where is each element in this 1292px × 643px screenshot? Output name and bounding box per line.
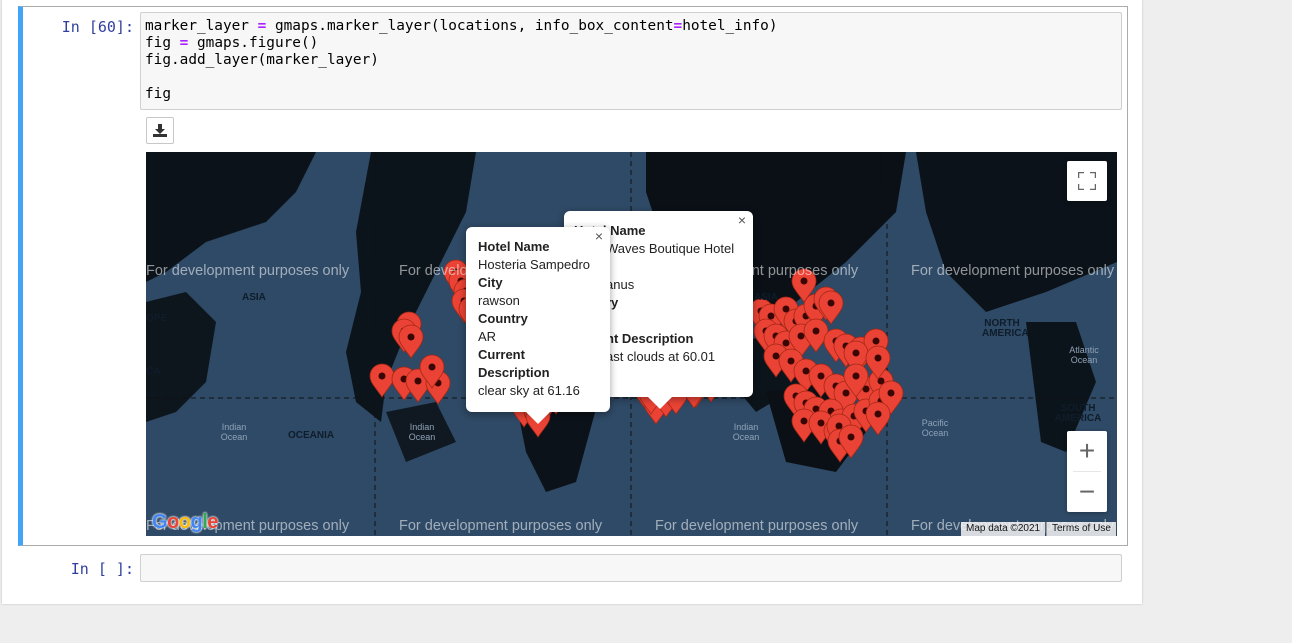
map-marker-dot	[428, 363, 436, 371]
download-button[interactable]	[146, 117, 174, 144]
info-value: Hosteria Sampedro	[478, 257, 590, 272]
map-marker-dot	[797, 332, 805, 340]
map-marker-dot	[787, 357, 795, 365]
dev-watermark: For development purposes only	[399, 518, 603, 534]
zoom-out-button[interactable]: −	[1067, 472, 1107, 512]
map-marker-dot	[812, 327, 820, 335]
map-marker-dot	[835, 422, 843, 430]
map-marker-dot	[842, 389, 850, 397]
info-value: AR	[478, 329, 497, 344]
map-data-attribution: Map data ©2021	[961, 522, 1046, 536]
ocean-label: Indian Ocean	[220, 422, 248, 442]
map-marker-dot	[414, 377, 422, 385]
map-marker-dot	[817, 372, 825, 380]
map-marker-dot	[782, 339, 790, 347]
info-label: ry	[606, 295, 619, 310]
fullscreen-icon	[1078, 172, 1096, 190]
info-value: Waves Boutique Hotel	[606, 241, 735, 256]
place-label: OCEANIA	[288, 430, 335, 441]
info-label: nt Description	[606, 331, 694, 346]
map-marker[interactable]	[865, 401, 891, 436]
place-label: ASIA	[754, 292, 778, 303]
info-label: Current Description	[478, 347, 550, 380]
info-value: clear sky at 61.16	[478, 383, 580, 398]
info-label: Hotel Name	[478, 239, 550, 254]
close-icon[interactable]: ×	[592, 229, 606, 243]
info-window[interactable]: × Hotel Name Hosteria Sampedro City raws…	[466, 227, 610, 424]
map-marker-dot	[874, 354, 882, 362]
dev-watermark: For development purposes only	[146, 263, 350, 279]
dev-watermark: For development purposes only	[655, 518, 859, 534]
code-line: fig	[145, 86, 171, 102]
map-marker-dot	[817, 419, 825, 427]
ocean-label: Indian Ocean	[732, 422, 760, 442]
map-marker-dot	[887, 389, 895, 397]
map-marker-dot	[800, 417, 808, 425]
terms-of-use-link[interactable]: Terms of Use	[1046, 522, 1116, 536]
place-label: CA	[146, 366, 161, 377]
map-marker-dot	[378, 372, 386, 380]
info-window-tail	[526, 412, 550, 424]
map-marker-dot	[827, 299, 835, 307]
ocean-label: Indian Ocean	[408, 422, 436, 442]
google-logo[interactable]: Google	[152, 511, 218, 534]
map-marker-dot	[874, 410, 882, 418]
info-label: City	[478, 275, 503, 290]
info-label: Hotel Name	[574, 223, 646, 238]
info-value: ast clouds at 60.01	[606, 349, 716, 364]
info-value: anus	[606, 277, 635, 292]
code-editor[interactable]: marker_layer = gmaps.marker_layer(locati…	[140, 12, 1122, 110]
zoom-in-button[interactable]: +	[1067, 431, 1107, 471]
code-editor-empty[interactable]	[140, 554, 1122, 582]
map-marker-dot	[847, 433, 855, 441]
map-marker-dot	[772, 352, 780, 360]
map-canvas[interactable]: For development purposes only For develo…	[146, 152, 1117, 536]
map-marker-dot	[767, 312, 775, 320]
code-line: fig.add_layer(marker_layer)	[145, 52, 379, 68]
map-marker-dot	[802, 367, 810, 375]
input-prompt: In [ ]:	[70, 560, 134, 578]
info-value: rawson	[478, 293, 520, 308]
place-label: SOUTH AMERICA	[1054, 403, 1102, 424]
map-marker[interactable]	[398, 324, 424, 359]
dev-watermark: For development purposes only	[911, 263, 1115, 279]
ocean-label: Atlantic Ocean	[1069, 345, 1099, 365]
place-label: OPE	[146, 313, 168, 324]
code-line: fig = gmaps.figure()	[145, 35, 319, 51]
ocean-label: Pacific Ocean	[921, 418, 949, 438]
notebook-page: In [60]: marker_layer = gmaps.marker_lay…	[2, 0, 1142, 604]
code-line: marker_layer = gmaps.marker_layer(locati…	[145, 18, 778, 34]
place-label: ASIA	[242, 292, 266, 303]
map-marker-dot	[852, 349, 860, 357]
map-marker-dot	[852, 372, 860, 380]
info-window-tail	[648, 397, 672, 409]
close-icon[interactable]: ×	[735, 213, 749, 227]
zoom-control: + −	[1067, 431, 1107, 512]
input-prompt: In [60]:	[61, 18, 134, 36]
download-icon	[153, 124, 167, 137]
info-label: Country	[478, 311, 528, 326]
map-marker[interactable]	[818, 290, 844, 325]
fullscreen-button[interactable]	[1067, 161, 1107, 201]
place-label: NORTH AMERICA	[982, 318, 1029, 339]
map-marker-dot	[872, 337, 880, 345]
map-marker-dot	[407, 333, 415, 341]
